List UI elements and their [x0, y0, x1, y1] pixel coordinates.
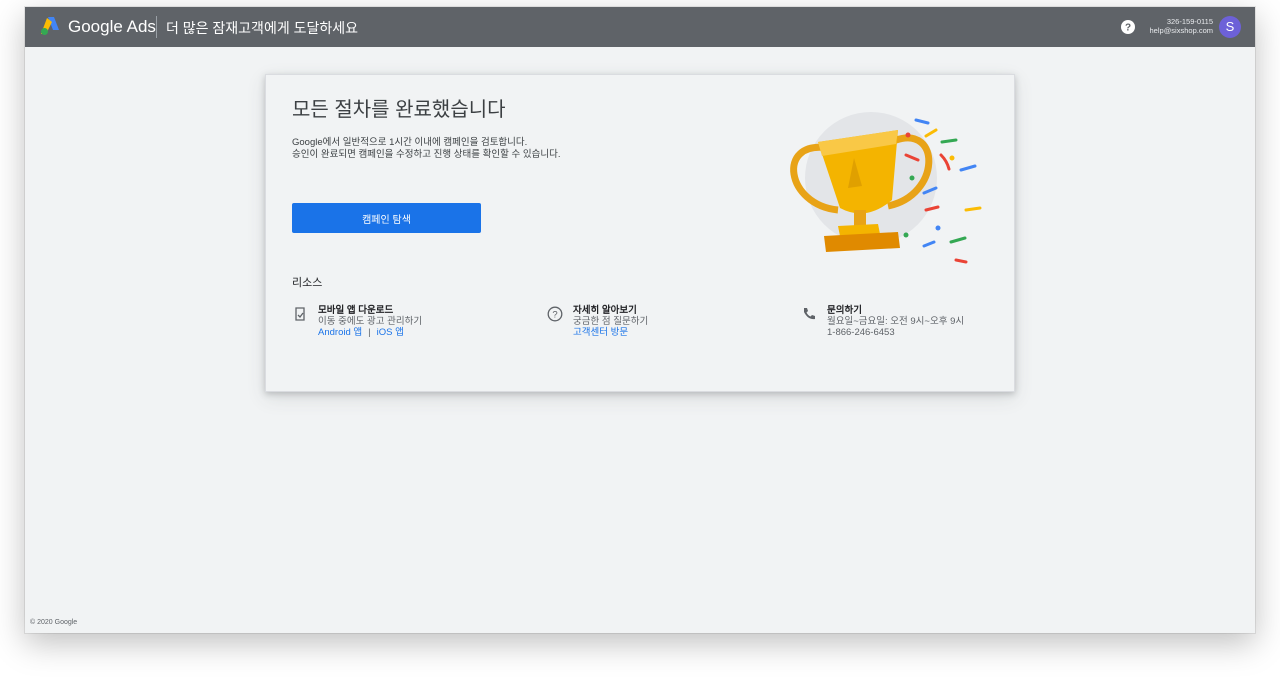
google-ads-logo-icon[interactable]	[39, 16, 61, 36]
trophy-illustration-icon	[790, 112, 982, 264]
description-line-1: Google에서 일반적으로 1시간 이내에 캠페인을 검토합니다.	[292, 137, 528, 148]
avatar[interactable]: S	[1219, 16, 1241, 38]
header-divider	[156, 16, 157, 38]
svg-text:?: ?	[552, 310, 557, 321]
mobile-check-icon	[295, 307, 305, 321]
account-email: help@sixshop.com	[1149, 26, 1213, 35]
completion-card: 모든 절차를 완료했습니다 Google에서 일반적으로 1시간 이내에 캠페인…	[265, 74, 1015, 392]
top-bar: Google Ads 더 많은 잠재고객에게 도달하세요 ? 326-159-0…	[25, 7, 1255, 47]
card-title: 모든 절차를 완료했습니다	[292, 99, 506, 121]
description-line-2: 승인이 완료되면 캠페인을 수정하고 진행 상태를 확인할 수 있습니다.	[292, 149, 561, 160]
svg-text:?: ?	[1125, 23, 1131, 34]
resource-title: 문의하기	[827, 305, 862, 316]
account-phone: 326-159-0115	[1166, 17, 1213, 26]
phone-icon	[804, 308, 815, 320]
link-separator: |	[368, 327, 371, 338]
card-description: Google에서 일반적으로 1시간 이내에 캠페인을 검토합니다. 승인이 완…	[292, 137, 560, 161]
resource-title: 모바일 앱 다운로드	[318, 305, 394, 316]
resource-title: 자세히 알아보기	[573, 305, 637, 316]
help-center-link[interactable]: 고객센터 방문	[573, 327, 628, 338]
explore-campaign-button[interactable]: 캠페인 탐색	[292, 203, 481, 233]
help-icon[interactable]: ?	[1121, 20, 1135, 34]
app-window: Google Ads 더 많은 잠재고객에게 도달하세요 ? 326-159-0…	[25, 7, 1255, 633]
resources-heading: 리소스	[292, 277, 323, 289]
android-app-link[interactable]: Android 앱	[318, 327, 362, 338]
help-circle-icon: ?	[547, 306, 563, 322]
page-headline: 더 많은 잠재고객에게 도달하세요	[166, 20, 358, 36]
resource-subtitle: 월요일~금요일: 오전 9시~오후 9시	[827, 316, 965, 327]
account-info[interactable]: 326-159-0115 help@sixshop.com	[1150, 17, 1213, 35]
resource-subtitle: 이동 중에도 광고 관리하기	[318, 316, 423, 327]
ios-app-link[interactable]: iOS 앱	[377, 327, 404, 338]
footer-copyright: © 2020 Google	[30, 619, 78, 626]
contact-phone-number: 1-866-246-6453	[827, 327, 895, 338]
brand-name[interactable]: Google Ads	[68, 17, 156, 37]
resource-subtitle: 궁금한 점 질문하기	[573, 316, 649, 327]
